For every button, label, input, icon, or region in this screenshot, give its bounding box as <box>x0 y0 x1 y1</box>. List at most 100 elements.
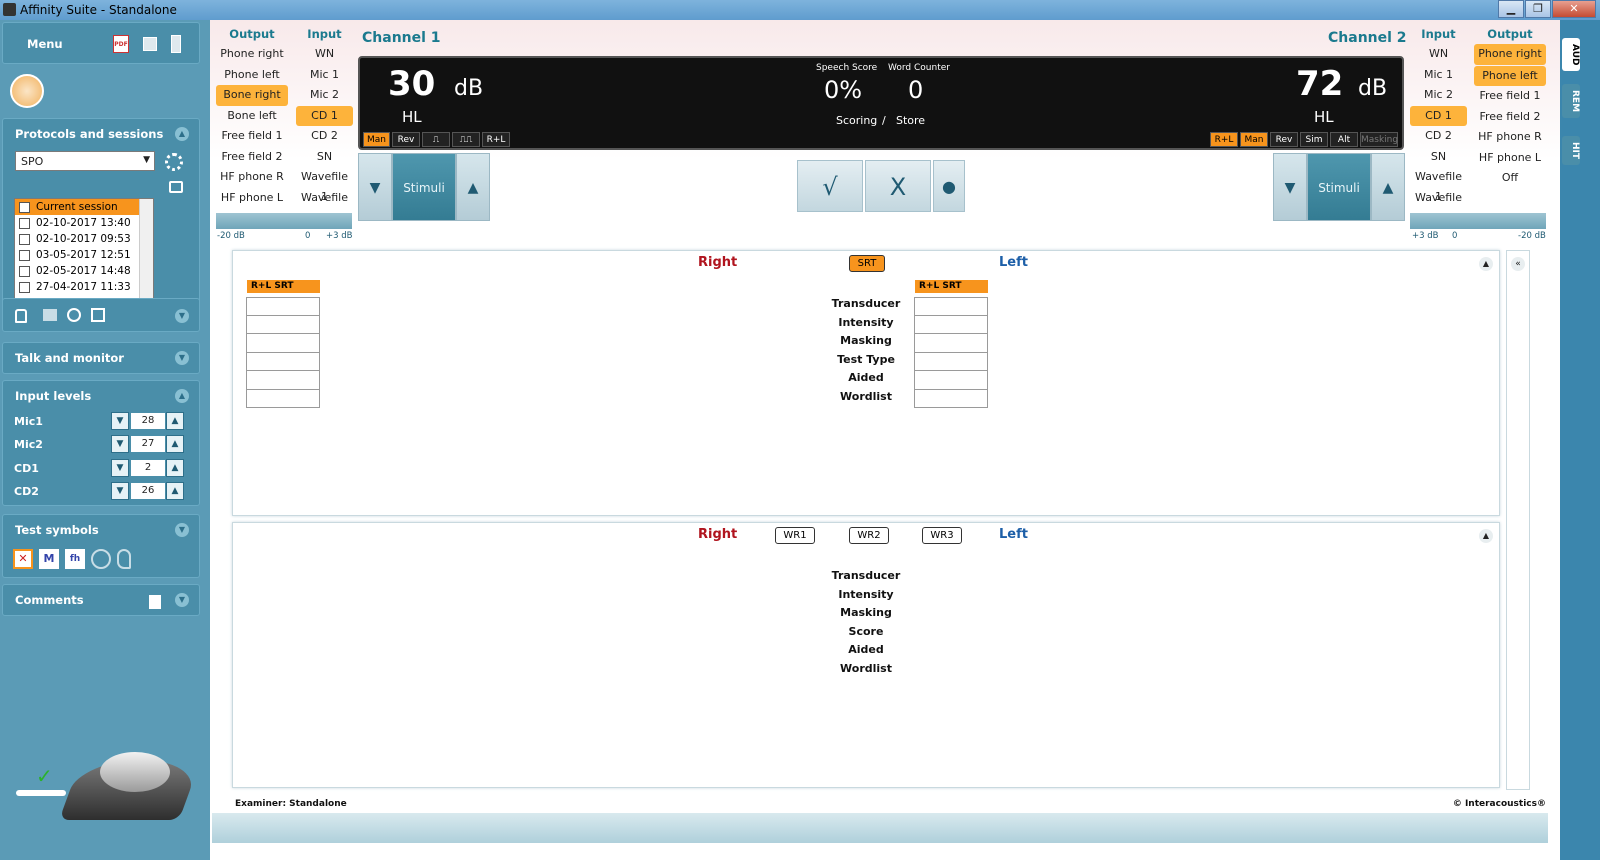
ch1-mode-rl[interactable]: R+L <box>482 132 510 147</box>
ch2-input-item[interactable]: Mic 2 <box>1410 85 1467 106</box>
edit-icon[interactable] <box>91 308 105 322</box>
double-chevron-left-icon[interactable]: « <box>1511 257 1525 271</box>
collapse-up-icon[interactable]: ▲ <box>1479 257 1493 271</box>
ch1-input-item[interactable]: Mic 1 <box>296 65 353 86</box>
ch1-output-item-selected[interactable]: Bone right <box>216 85 288 106</box>
ch2-stim-up-button[interactable]: ▲ <box>1371 153 1405 221</box>
ch1-mode-man[interactable]: Man <box>363 132 390 147</box>
symbol-x-icon[interactable]: ✕ <box>13 549 33 569</box>
ch1-level-slider[interactable] <box>216 213 352 229</box>
ch1-output-item[interactable]: Free field 1 <box>216 126 288 147</box>
checkbox[interactable] <box>19 265 30 277</box>
ch1-output-item[interactable]: HF phone L <box>216 188 288 209</box>
level-value[interactable]: 27 <box>131 436 165 452</box>
checkbox[interactable] <box>19 217 30 229</box>
level-value[interactable]: 28 <box>131 413 165 429</box>
decrease-button[interactable]: ▼ <box>111 482 129 500</box>
ch2-mode-man[interactable]: Man <box>1240 132 1268 147</box>
symbol-m-icon[interactable]: M <box>39 549 59 569</box>
ch1-output-item[interactable]: Bone left <box>216 106 288 127</box>
ch2-input-item[interactable]: Wavefile 2 <box>1410 188 1467 224</box>
minimize-button[interactable]: ▁ <box>1498 0 1524 18</box>
correct-button[interactable]: √ <box>797 160 863 212</box>
expand-chevron-icon[interactable]: ▼ <box>175 523 189 537</box>
close-button[interactable]: ✕ <box>1552 0 1596 18</box>
decrease-button[interactable]: ▼ <box>111 459 129 477</box>
list-item[interactable]: 02-10-2017 09:53 <box>15 231 153 247</box>
ch1-input-item[interactable]: Wavefile 2 <box>296 188 353 224</box>
scoring-label[interactable]: Scoring <box>836 114 877 127</box>
comments-card[interactable]: Comments ▼ <box>2 584 200 616</box>
increase-button[interactable]: ▲ <box>166 412 184 430</box>
ch1-output-item[interactable]: HF phone R <box>216 167 288 188</box>
ch2-input-item-selected[interactable]: CD 1 <box>1410 105 1467 126</box>
checkbox[interactable] <box>19 249 30 261</box>
decrease-button[interactable]: ▼ <box>111 412 129 430</box>
logo-icon[interactable] <box>10 74 44 108</box>
ch1-output-item[interactable]: Free field 2 <box>216 147 288 168</box>
ch2-mode-rev[interactable]: Rev <box>1270 132 1298 147</box>
tab-hit[interactable]: HIT <box>1562 136 1580 166</box>
save-icon[interactable] <box>143 37 157 51</box>
ch2-mode-masking[interactable]: Masking <box>1360 132 1398 147</box>
transfer-icon[interactable] <box>169 181 183 193</box>
store-label[interactable]: Store <box>896 114 925 127</box>
srt-tab-button[interactable]: SRT <box>849 255 885 272</box>
ch2-stim-down-button[interactable]: ▼ <box>1273 153 1307 221</box>
list-item[interactable]: 27-04-2017 11:33 <box>15 279 153 295</box>
exit-icon[interactable] <box>171 35 181 53</box>
ch2-mode-sim[interactable]: Sim <box>1300 132 1328 147</box>
ch2-input-item[interactable]: WN <box>1410 44 1467 65</box>
ch1-input-item[interactable]: Mic 2 <box>296 85 353 106</box>
ch2-output-item-selected[interactable]: Phone right <box>1474 44 1546 65</box>
increase-button[interactable]: ▲ <box>166 482 184 500</box>
ch2-output-item-selected[interactable]: Phone left <box>1474 65 1546 86</box>
ch1-input-item[interactable]: SN <box>296 147 353 168</box>
ch2-input-item[interactable]: Wavefile 1 <box>1410 167 1467 203</box>
ch2-input-item[interactable]: SN <box>1410 147 1467 168</box>
tab-aud[interactable]: AUD <box>1562 38 1580 72</box>
list-item[interactable]: 02-10-2017 13:40 <box>15 215 153 231</box>
wr2-tab-button[interactable]: WR2 <box>849 527 889 544</box>
notes-icon[interactable] <box>149 595 161 609</box>
pdf-icon[interactable]: PDF <box>113 35 129 53</box>
ch2-output-item[interactable]: Free field 2 <box>1474 107 1546 128</box>
tab-rem[interactable]: REM <box>1562 84 1580 119</box>
ch2-output-item[interactable]: Off <box>1474 168 1546 189</box>
wr3-tab-button[interactable]: WR3 <box>922 527 962 544</box>
ch2-mode-alt[interactable]: Alt <box>1330 132 1358 147</box>
lock-icon[interactable] <box>15 309 27 323</box>
symbol-ear-icon[interactable] <box>117 549 131 569</box>
collapse-chevron-icon[interactable]: ▲ <box>175 127 189 141</box>
ch1-mode-multipulse[interactable]: ⎍⎍ <box>452 132 480 147</box>
ch1-mode-rev[interactable]: Rev <box>392 132 420 147</box>
ch2-stimuli-button[interactable]: Stimuli <box>1307 153 1371 221</box>
list-item[interactable]: 03-05-2017 12:51 <box>15 247 153 263</box>
level-value[interactable]: 2 <box>131 460 165 476</box>
ch1-mode-pulse[interactable]: ⎍ <box>422 132 450 147</box>
wr1-tab-button[interactable]: WR1 <box>775 527 815 544</box>
checkbox[interactable] <box>19 201 30 213</box>
list-item[interactable]: 02-05-2017 14:48 <box>15 263 153 279</box>
list-item[interactable]: Current session <box>15 199 153 215</box>
ch1-input-item[interactable]: Wavefile 1 <box>296 167 353 203</box>
expand-chevron-icon[interactable]: ▼ <box>175 351 189 365</box>
ch2-input-item[interactable]: Mic 1 <box>1410 65 1467 86</box>
level-value[interactable]: 26 <box>131 483 165 499</box>
symbol-mh-icon[interactable]: fh <box>65 549 85 569</box>
session-list[interactable]: Current session 02-10-2017 13:40 02-10-2… <box>14 198 154 300</box>
menu-button[interactable]: Menu <box>27 37 63 51</box>
talk-monitor-card[interactable]: Talk and monitor ▼ <box>2 342 200 374</box>
ch1-stimuli-button[interactable]: Stimuli <box>392 153 456 221</box>
increase-button[interactable]: ▲ <box>166 435 184 453</box>
ch1-stim-up-button[interactable]: ▲ <box>456 153 490 221</box>
maximize-button[interactable]: ❐ <box>1525 0 1551 18</box>
expand-chevron-icon[interactable]: ▼ <box>175 593 189 607</box>
collapse-chevron-icon[interactable]: ▲ <box>175 389 189 403</box>
wrong-button[interactable]: X <box>865 160 931 212</box>
ch2-level-slider[interactable] <box>1410 213 1546 229</box>
ch1-input-item[interactable]: CD 2 <box>296 126 353 147</box>
checkbox[interactable] <box>19 281 30 293</box>
ch1-output-item[interactable]: Phone left <box>216 65 288 86</box>
tune-icon[interactable] <box>67 308 81 322</box>
